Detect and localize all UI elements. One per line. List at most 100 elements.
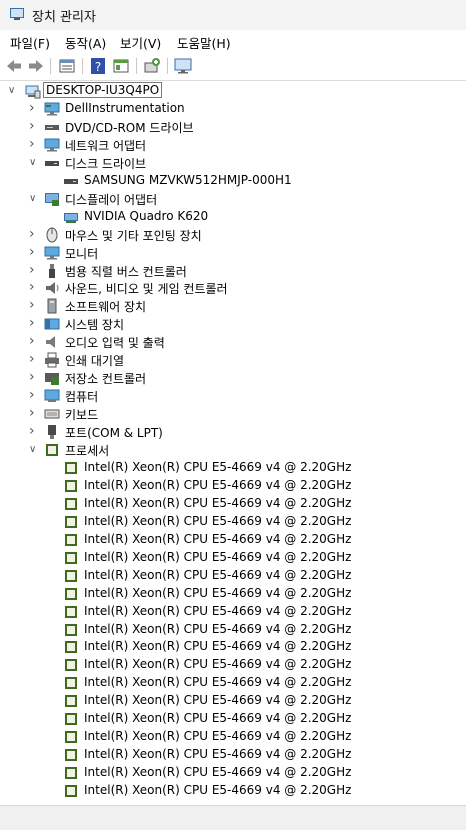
- tree-item-label: SAMSUNG MZVKW512HMJP-000H1: [84, 172, 292, 187]
- chevron-right-icon[interactable]: ›: [29, 333, 39, 349]
- chevron-right-icon[interactable]: ›: [29, 369, 39, 385]
- tree-device[interactable]: Intel(R) Xeon(R) CPU E5-4669 v4 @ 2.20GH…: [0, 746, 466, 764]
- tree-device[interactable]: Intel(R) Xeon(R) CPU E5-4669 v4 @ 2.20GH…: [0, 531, 466, 549]
- tree-device[interactable]: Intel(R) Xeon(R) CPU E5-4669 v4 @ 2.20GH…: [0, 513, 466, 531]
- tree-category[interactable]: › 키보드: [0, 405, 466, 423]
- tree-device[interactable]: Intel(R) Xeon(R) CPU E5-4669 v4 @ 2.20GH…: [0, 638, 466, 656]
- tree-device[interactable]: Intel(R) Xeon(R) CPU E5-4669 v4 @ 2.20GH…: [0, 764, 466, 782]
- tree-device[interactable]: Intel(R) Xeon(R) CPU E5-4669 v4 @ 2.20GH…: [0, 603, 466, 621]
- chevron-right-icon[interactable]: ›: [29, 100, 39, 116]
- cpu-icon: [63, 693, 79, 709]
- cpu-icon: [63, 747, 79, 763]
- tree-item-label: Intel(R) Xeon(R) CPU E5-4669 v4 @ 2.20GH…: [84, 747, 352, 762]
- tree-category[interactable]: › 마우스 및 기타 포인팅 장치: [0, 226, 466, 244]
- network-adapter-icon: [44, 137, 60, 153]
- tree-device[interactable]: Intel(R) Xeon(R) CPU E5-4669 v4 @ 2.20GH…: [0, 692, 466, 710]
- chevron-right-icon[interactable]: ›: [29, 136, 39, 152]
- back-icon[interactable]: [5, 57, 23, 75]
- tree-item-label: NVIDIA Quadro K620: [84, 208, 209, 223]
- menu-view[interactable]: 보기(V): [120, 33, 161, 52]
- chevron-down-icon[interactable]: ∨: [8, 85, 18, 97]
- tree-category[interactable]: › 네트워크 어댑터: [0, 136, 466, 154]
- mouse-icon: [44, 227, 60, 243]
- device-tree: ∨ DESKTOP-IU3Q4PO › DellInstrumentation › DVD…: [0, 81, 466, 805]
- cpu-icon: [63, 496, 79, 512]
- tree-category[interactable]: › 인쇄 대기열: [0, 351, 466, 369]
- forward-icon[interactable]: [27, 57, 45, 75]
- tree-item-label: Intel(R) Xeon(R) CPU E5-4669 v4 @ 2.20GH…: [84, 459, 352, 474]
- tree-item-label: 프로세서: [65, 444, 110, 458]
- chevron-right-icon[interactable]: ›: [29, 405, 39, 421]
- chevron-right-icon[interactable]: ›: [29, 297, 39, 313]
- tree-category[interactable]: ∨ 프로세서: [0, 441, 466, 459]
- chevron-right-icon[interactable]: ›: [29, 226, 39, 242]
- tree-category[interactable]: › DVD/CD-ROM 드라이브: [0, 118, 466, 136]
- chevron-right-icon[interactable]: ›: [29, 279, 39, 295]
- disk-drive-icon: [44, 155, 60, 171]
- tree-category[interactable]: › 시스템 장치: [0, 315, 466, 333]
- chevron-right-icon[interactable]: ›: [29, 315, 39, 331]
- cpu-icon: [63, 639, 79, 655]
- menu-action[interactable]: 동작(A): [65, 33, 106, 52]
- tree-device[interactable]: Intel(R) Xeon(R) CPU E5-4669 v4 @ 2.20GH…: [0, 495, 466, 513]
- tree-device[interactable]: Intel(R) Xeon(R) CPU E5-4669 v4 @ 2.20GH…: [0, 477, 466, 495]
- tree-item-label: Intel(R) Xeon(R) CPU E5-4669 v4 @ 2.20GH…: [84, 783, 352, 798]
- tree-item-label: DellInstrumentation: [65, 100, 185, 115]
- tree-category[interactable]: › 모니터: [0, 244, 466, 262]
- menu-help[interactable]: 도움말(H): [177, 33, 231, 52]
- tree-device[interactable]: Intel(R) Xeon(R) CPU E5-4669 v4 @ 2.20GH…: [0, 728, 466, 746]
- chevron-down-icon[interactable]: ∨: [29, 444, 39, 456]
- tree-item-label: Intel(R) Xeon(R) CPU E5-4669 v4 @ 2.20GH…: [84, 603, 352, 618]
- chevron-right-icon[interactable]: ›: [29, 244, 39, 260]
- tree-device[interactable]: Intel(R) Xeon(R) CPU E5-4669 v4 @ 2.20GH…: [0, 674, 466, 692]
- tree-root[interactable]: ∨ DESKTOP-IU3Q4PO: [0, 82, 466, 100]
- display-card-icon: [63, 209, 79, 225]
- cpu-icon: [63, 514, 79, 530]
- tree-item-label: 사운드, 비디오 및 게임 컨트롤러: [65, 282, 228, 297]
- tree-device[interactable]: Intel(R) Xeon(R) CPU E5-4669 v4 @ 2.20GH…: [0, 710, 466, 728]
- chevron-right-icon[interactable]: ›: [29, 262, 39, 278]
- tree-device[interactable]: Intel(R) Xeon(R) CPU E5-4669 v4 @ 2.20GH…: [0, 567, 466, 585]
- menu-file[interactable]: 파일(F): [10, 33, 50, 52]
- chevron-right-icon[interactable]: ›: [29, 387, 39, 403]
- tree-category[interactable]: ∨ 디스플레이 어댑터: [0, 190, 466, 208]
- cpu-icon: [63, 622, 79, 638]
- tree-category[interactable]: › 사운드, 비디오 및 게임 컨트롤러: [0, 279, 466, 297]
- chevron-right-icon[interactable]: ›: [29, 118, 39, 134]
- tree-category[interactable]: › 오디오 입력 및 출력: [0, 333, 466, 351]
- tree-device[interactable]: Intel(R) Xeon(R) CPU E5-4669 v4 @ 2.20GH…: [0, 585, 466, 603]
- chevron-down-icon[interactable]: ∨: [29, 193, 39, 205]
- show-hide-icon[interactable]: [112, 57, 130, 75]
- scan-hardware-icon[interactable]: [143, 57, 161, 75]
- tree-category[interactable]: › DellInstrumentation: [0, 100, 466, 118]
- tree-device[interactable]: Intel(R) Xeon(R) CPU E5-4669 v4 @ 2.20GH…: [0, 656, 466, 674]
- chevron-right-icon[interactable]: ›: [29, 351, 39, 367]
- tree-item-label: 소프트웨어 장치: [65, 300, 147, 315]
- tree-item-label: 디스크 드라이브: [65, 156, 147, 171]
- tree-category[interactable]: › 컴퓨터: [0, 387, 466, 405]
- tree-device[interactable]: Intel(R) Xeon(R) CPU E5-4669 v4 @ 2.20GH…: [0, 459, 466, 477]
- usb-icon: [44, 263, 60, 279]
- processor-icon: [44, 442, 60, 458]
- tree-device[interactable]: SAMSUNG MZVKW512HMJP-000H1: [0, 172, 466, 190]
- tree-device[interactable]: Intel(R) Xeon(R) CPU E5-4669 v4 @ 2.20GH…: [0, 621, 466, 639]
- tree-category[interactable]: › 범용 직렬 버스 컨트롤러: [0, 262, 466, 280]
- tree-device[interactable]: NVIDIA Quadro K620: [0, 208, 466, 226]
- tree-item-label: 모니터: [65, 246, 99, 261]
- properties-icon[interactable]: [58, 57, 76, 75]
- audio-io-icon: [44, 334, 60, 350]
- tree-category[interactable]: › 저장소 컨트롤러: [0, 369, 466, 387]
- device-manager-icon: [10, 8, 24, 20]
- dell-monitor-icon: [44, 101, 60, 117]
- tree-category[interactable]: › 소프트웨어 장치: [0, 297, 466, 315]
- tree-category[interactable]: ∨ 디스크 드라이브: [0, 154, 466, 172]
- chevron-down-icon[interactable]: ∨: [29, 157, 39, 169]
- storage-controller-icon: [44, 370, 60, 386]
- tree-category[interactable]: › 포트(COM & LPT): [0, 423, 466, 441]
- tree-device[interactable]: Intel(R) Xeon(R) CPU E5-4669 v4 @ 2.20GH…: [0, 549, 466, 567]
- tree-device[interactable]: Intel(R) Xeon(R) CPU E5-4669 v4 @ 2.20GH…: [0, 782, 466, 800]
- monitor-icon[interactable]: [174, 57, 192, 75]
- chevron-right-icon[interactable]: ›: [29, 423, 39, 439]
- help-icon[interactable]: ?: [89, 57, 107, 75]
- tree-item-label: Intel(R) Xeon(R) CPU E5-4669 v4 @ 2.20GH…: [84, 675, 352, 690]
